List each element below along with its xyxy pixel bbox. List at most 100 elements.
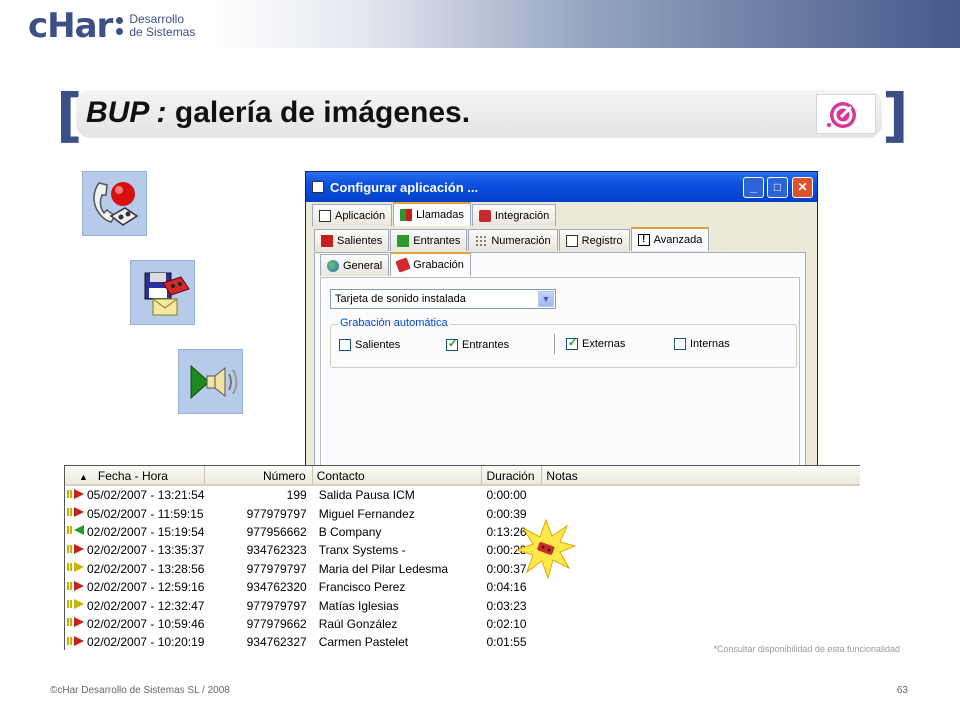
table-row[interactable]: 02/02/2007 - 13:28:56 977979797 Maria de… [65, 560, 860, 578]
title-main: galería de imágenes. [174, 96, 471, 129]
call-direction-icon [67, 543, 85, 558]
logo-wordmark: cHar [28, 6, 113, 46]
group-label: Grabación automática [338, 317, 450, 329]
chevron-down-icon[interactable]: ▼ [538, 291, 554, 307]
cell-numero: 934762320 [246, 580, 307, 595]
col-contacto[interactable]: Contacto [313, 466, 483, 484]
col-label: Fecha - Hora [97, 469, 168, 483]
cell-numero: 977979797 [246, 506, 307, 521]
col-label: Duración [486, 469, 535, 483]
col-duracion[interactable]: Duración [482, 466, 543, 484]
keypad-icon [475, 234, 488, 247]
table-row[interactable]: 02/02/2007 - 10:59:46 977979662 Raúl Gon… [65, 615, 860, 633]
cell-duracion: 0:03:23 [486, 598, 527, 613]
globe-icon [327, 259, 339, 272]
cell-fecha: 02/02/2007 - 10:59:46 [65, 616, 205, 631]
tabs-top: Aplicación Llamadas Integración [312, 202, 557, 226]
checkbox-salientes[interactable]: Salientes [339, 339, 400, 351]
checkbox-box[interactable] [339, 339, 351, 351]
checkbox-entrantes[interactable]: Entrantes [446, 337, 509, 351]
checkbox-box[interactable] [566, 336, 578, 350]
cell-contacto: Matías Iglesias [318, 598, 399, 613]
app-window-icon [312, 181, 324, 193]
title-prefix: BUP : [86, 96, 167, 129]
calls-icon [400, 209, 413, 221]
page-number: 63 [896, 685, 908, 696]
tab-label: General [343, 259, 383, 272]
sound-source-select[interactable]: Tarjeta de sonido instalada ▼ [330, 289, 556, 309]
save-mail-icon [130, 260, 195, 325]
tab-llamadas[interactable]: Llamadas [393, 202, 471, 226]
dialog-title: Configurar aplicación ... [330, 179, 479, 195]
call-direction-icon [67, 635, 85, 650]
cell-numero: 977979662 [246, 616, 307, 631]
cell-text: 02/02/2007 - 13:35:37 [87, 543, 205, 558]
col-label: Notas [546, 469, 578, 483]
tabs-sub: General Grabación [320, 252, 472, 276]
call-direction-icon [67, 488, 85, 503]
dialog-titlebar[interactable]: Configurar aplicación ... [306, 172, 817, 202]
tab-registro[interactable]: Registro [558, 229, 630, 251]
config-dialog: Configurar aplicación ... _ □ ✕ Aplicaci… [305, 171, 818, 471]
cell-fecha: 02/02/2007 - 15:19:54 [65, 524, 205, 539]
cell-fecha: 02/02/2007 - 13:35:37 [65, 543, 205, 558]
checkbox-externas[interactable]: Externas [566, 336, 626, 350]
minimize-button[interactable]: _ [743, 177, 764, 198]
call-direction-icon [67, 598, 85, 613]
cell-fecha: 02/02/2007 - 10:20:19 [65, 635, 205, 650]
warning-icon: ! [637, 234, 650, 246]
logo-subtitle: Desarrollo de Sistemas [129, 13, 195, 39]
checkbox-box[interactable] [446, 337, 458, 351]
table-row[interactable]: 05/02/2007 - 11:59:15 977979797 Miguel F… [65, 504, 860, 522]
highlight-burst-icon [515, 518, 577, 580]
table-row[interactable]: 02/02/2007 - 15:19:54 977956662 B Compan… [65, 523, 860, 541]
integration-icon [478, 209, 491, 222]
table-row[interactable]: 02/02/2007 - 12:32:47 977979797 Matías I… [65, 596, 860, 614]
tab-label: Entrantes [413, 234, 461, 247]
cell-numero: 199 [286, 488, 307, 503]
cell-contacto: Tranx Systems - [318, 543, 406, 558]
list-header: ▲ Fecha - Hora Número Contacto Duración N… [65, 466, 860, 486]
play-speaker-icon [178, 349, 243, 414]
call-direction-icon [67, 616, 85, 631]
cell-numero: 934762327 [246, 635, 307, 650]
tab-salientes[interactable]: Salientes [314, 229, 390, 251]
maximize-button[interactable]: □ [767, 177, 788, 198]
cell-text: 05/02/2007 - 11:59:15 [87, 506, 204, 521]
table-row[interactable]: 02/02/2007 - 13:35:37 934762323 Tranx Sy… [65, 541, 860, 559]
list-body: 05/02/2007 - 13:21:54 199 Salida Pausa I… [65, 486, 860, 650]
phone-record-icon [82, 171, 147, 236]
checkbox-label: Externas [582, 338, 626, 350]
tab-integracion[interactable]: Integración [471, 204, 557, 226]
checkbox-internas[interactable]: Internas [674, 338, 730, 350]
tab-entrantes[interactable]: Entrantes [390, 229, 468, 251]
call-direction-icon [67, 561, 85, 576]
cell-text: 02/02/2007 - 10:59:46 [87, 616, 205, 631]
cell-text: 02/02/2007 - 12:59:16 [87, 580, 205, 595]
checkbox-label: Salientes [355, 339, 401, 351]
table-row[interactable]: 05/02/2007 - 13:21:54 199 Salida Pausa I… [65, 486, 860, 504]
tab-label: Aplicación [335, 209, 386, 222]
col-fecha-hora[interactable]: ▲ Fecha - Hora [65, 466, 205, 484]
cell-numero: 977956662 [246, 524, 307, 539]
product-badge-icon [816, 94, 876, 134]
table-row[interactable]: 02/02/2007 - 12:59:16 934762320 Francisc… [65, 578, 860, 596]
tab-numeracion[interactable]: Numeración [468, 229, 558, 251]
checkbox-box[interactable] [674, 338, 686, 350]
tab-label: Grabación [413, 259, 464, 271]
cell-duracion: 0:02:10 [486, 616, 527, 631]
tape-icon [395, 257, 411, 273]
col-numero[interactable]: Número [205, 466, 313, 484]
tab-aplicacion[interactable]: Aplicación [312, 204, 393, 226]
cell-fecha: 02/02/2007 - 12:32:47 [65, 598, 205, 613]
tab-grabacion[interactable]: Grabación [390, 252, 471, 276]
company-logo: cHar Desarrollo de Sistemas [28, 8, 195, 44]
col-notas[interactable]: Notas [542, 466, 860, 484]
tab-avanzada[interactable]: ! Avanzada [630, 227, 710, 251]
cell-fecha: 05/02/2007 - 11:59:15 [65, 506, 205, 521]
tab-general[interactable]: General [320, 254, 390, 276]
cell-contacto: Salida Pausa ICM [318, 488, 415, 503]
cell-numero: 934762323 [246, 543, 307, 558]
cell-contacto: Carmen Pastelet [318, 635, 409, 650]
close-button[interactable]: ✕ [792, 177, 813, 198]
